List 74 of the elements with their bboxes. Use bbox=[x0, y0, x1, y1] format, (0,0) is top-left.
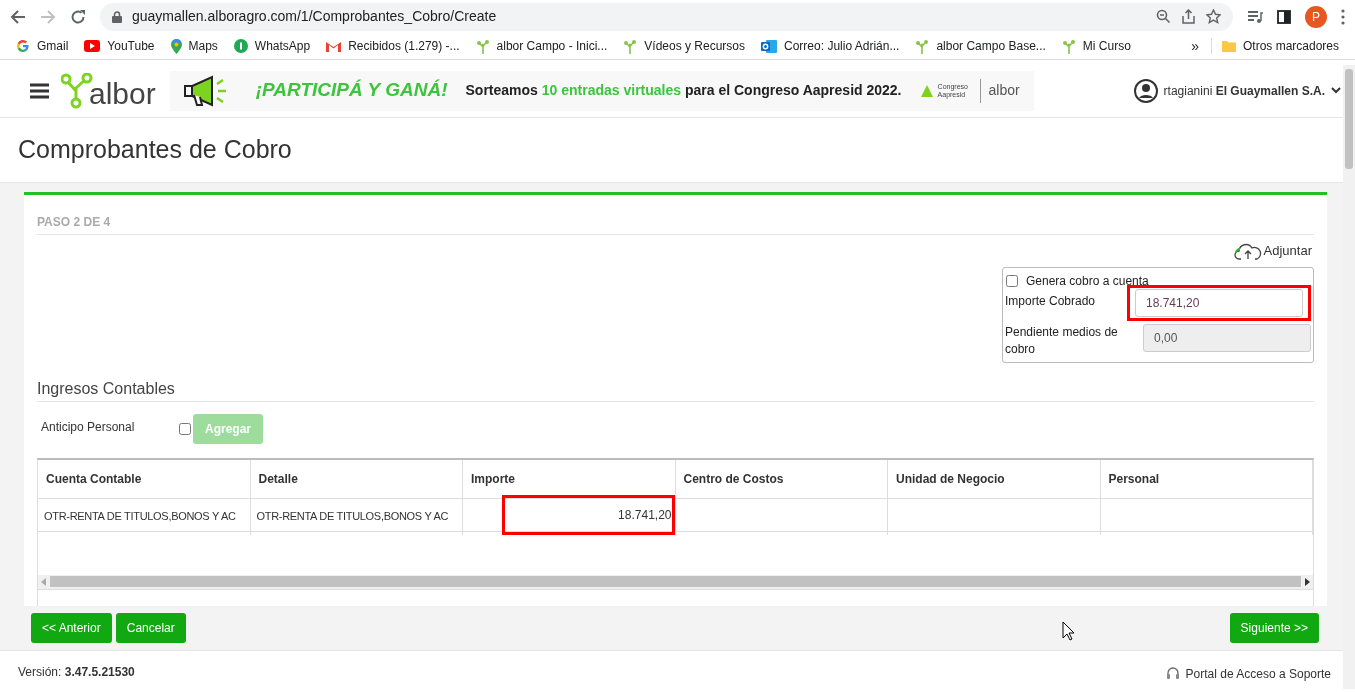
column-header[interactable]: Detalle bbox=[250, 459, 463, 498]
headset-icon bbox=[1164, 665, 1181, 682]
table-cell: 18.741,20 bbox=[502, 494, 675, 535]
address-bar[interactable]: guaymallen.alboragro.com/1/Comprobantes_Cobro/Create bbox=[100, 2, 1233, 31]
chevron-down-icon bbox=[1331, 87, 1341, 94]
star-icon[interactable] bbox=[1206, 9, 1221, 24]
table-cell: OTR-RENTA DE TITULOS,BONOS Y AC bbox=[38, 498, 251, 535]
bookmark-folder[interactable]: Otros marcadores bbox=[1221, 37, 1339, 55]
step-label: PASO 2 DE 4 bbox=[37, 215, 111, 229]
back-icon[interactable] bbox=[10, 8, 26, 25]
menu-icon[interactable] bbox=[30, 82, 49, 99]
menu-dots-icon[interactable] bbox=[1341, 8, 1345, 25]
map-pin-icon bbox=[170, 38, 182, 54]
field-label: Anticipo Personal bbox=[41, 418, 136, 436]
column-header[interactable]: Personal bbox=[1100, 459, 1313, 498]
column-header[interactable]: Cuenta Contable bbox=[38, 459, 251, 498]
bookmark[interactable]: Recibidos (1.279) -... bbox=[326, 37, 460, 55]
user-menu[interactable]: rtagianini El Guaymallen S.A. bbox=[1133, 78, 1341, 103]
bookmark[interactable]: Gmail bbox=[16, 37, 69, 55]
mouse-cursor-icon bbox=[1062, 621, 1075, 641]
column-header[interactable]: Importe bbox=[463, 459, 676, 498]
chat-bubble-icon bbox=[233, 39, 248, 53]
media-list-icon[interactable] bbox=[1247, 9, 1263, 24]
cloud-upload-icon bbox=[1233, 241, 1262, 260]
user-avatar-icon bbox=[1133, 78, 1158, 103]
sprout-icon bbox=[475, 38, 490, 54]
bookmark[interactable]: Vídeos y Recursos bbox=[623, 37, 746, 55]
field-label: Pendiente medios de cobro bbox=[1005, 323, 1119, 358]
bookmark[interactable]: Maps bbox=[170, 37, 218, 55]
attach-link[interactable]: Adjuntar bbox=[1233, 241, 1312, 261]
checkbox[interactable] bbox=[1006, 274, 1018, 287]
page-title: Comprobantes de Cobro bbox=[18, 134, 292, 166]
play-icon bbox=[84, 40, 101, 52]
google-icon bbox=[16, 39, 30, 53]
scroll-thumb[interactable] bbox=[50, 576, 1301, 587]
lock-icon bbox=[112, 10, 122, 23]
checkbox-label: Genera cobro a cuenta bbox=[1026, 272, 1149, 290]
page-scrollbar[interactable] bbox=[1343, 65, 1355, 689]
sprout-icon bbox=[623, 38, 638, 54]
bookmark[interactable]: YouTube bbox=[84, 37, 155, 55]
url-text: guaymallen.alboragro.com/1/Comprobantes_Cobro/Create bbox=[132, 7, 498, 26]
banner-text: Sorteamos 10 entradas virtuales para el Congreso Aapresid 2022. bbox=[465, 81, 902, 100]
field-label: Importe Cobrado bbox=[1005, 292, 1097, 310]
mail-icon bbox=[326, 40, 342, 52]
column-header[interactable]: Unidad de Negocio bbox=[888, 459, 1101, 498]
scroll-right-icon[interactable] bbox=[1303, 577, 1311, 586]
support-link[interactable]: Portal de Acceso a Soporte bbox=[1164, 664, 1331, 683]
version-text: Versión: 3.47.5.21530 bbox=[18, 663, 135, 681]
bookmark[interactable]: albor Campo Base... bbox=[915, 37, 1046, 55]
column-header[interactable]: Centro de Costos bbox=[675, 459, 888, 498]
sponsor-logo-icon bbox=[919, 83, 934, 98]
horizontal-scrollbar[interactable] bbox=[38, 574, 1313, 589]
banner-brand: albor bbox=[988, 81, 1020, 100]
bookmark[interactable]: Mi Curso bbox=[1061, 37, 1131, 55]
banner-headline: ¡PARTICIPÁ Y GANÁ! bbox=[255, 78, 448, 103]
outlook-icon bbox=[761, 38, 778, 54]
bookmark[interactable]: WhatsApp bbox=[233, 37, 311, 55]
bookmark[interactable]: Correo: Julio Adrián... bbox=[761, 37, 900, 55]
checkbox[interactable] bbox=[179, 422, 191, 435]
bookmark[interactable]: albor Campo - Inici... bbox=[475, 37, 608, 55]
albor-logo[interactable]: albor bbox=[89, 78, 156, 109]
megaphone-icon bbox=[183, 73, 228, 108]
sprout-icon bbox=[1061, 38, 1076, 54]
sprout-icon bbox=[915, 38, 930, 54]
share-icon[interactable] bbox=[1181, 9, 1196, 24]
side-panel-icon[interactable] bbox=[1277, 9, 1291, 24]
reload-icon[interactable] bbox=[70, 8, 86, 25]
amount-field[interactable]: 18.741,20 bbox=[1135, 288, 1303, 317]
folder-icon bbox=[1221, 40, 1236, 52]
table-cell: OTR-RENTA DE TITULOS,BONOS Y AC bbox=[250, 498, 463, 535]
more-bookmarks[interactable]: » bbox=[1191, 35, 1199, 57]
profile-avatar[interactable]: P bbox=[1305, 5, 1327, 28]
section-title: Ingresos Contables bbox=[37, 378, 176, 399]
zoom-icon[interactable] bbox=[1156, 9, 1171, 24]
